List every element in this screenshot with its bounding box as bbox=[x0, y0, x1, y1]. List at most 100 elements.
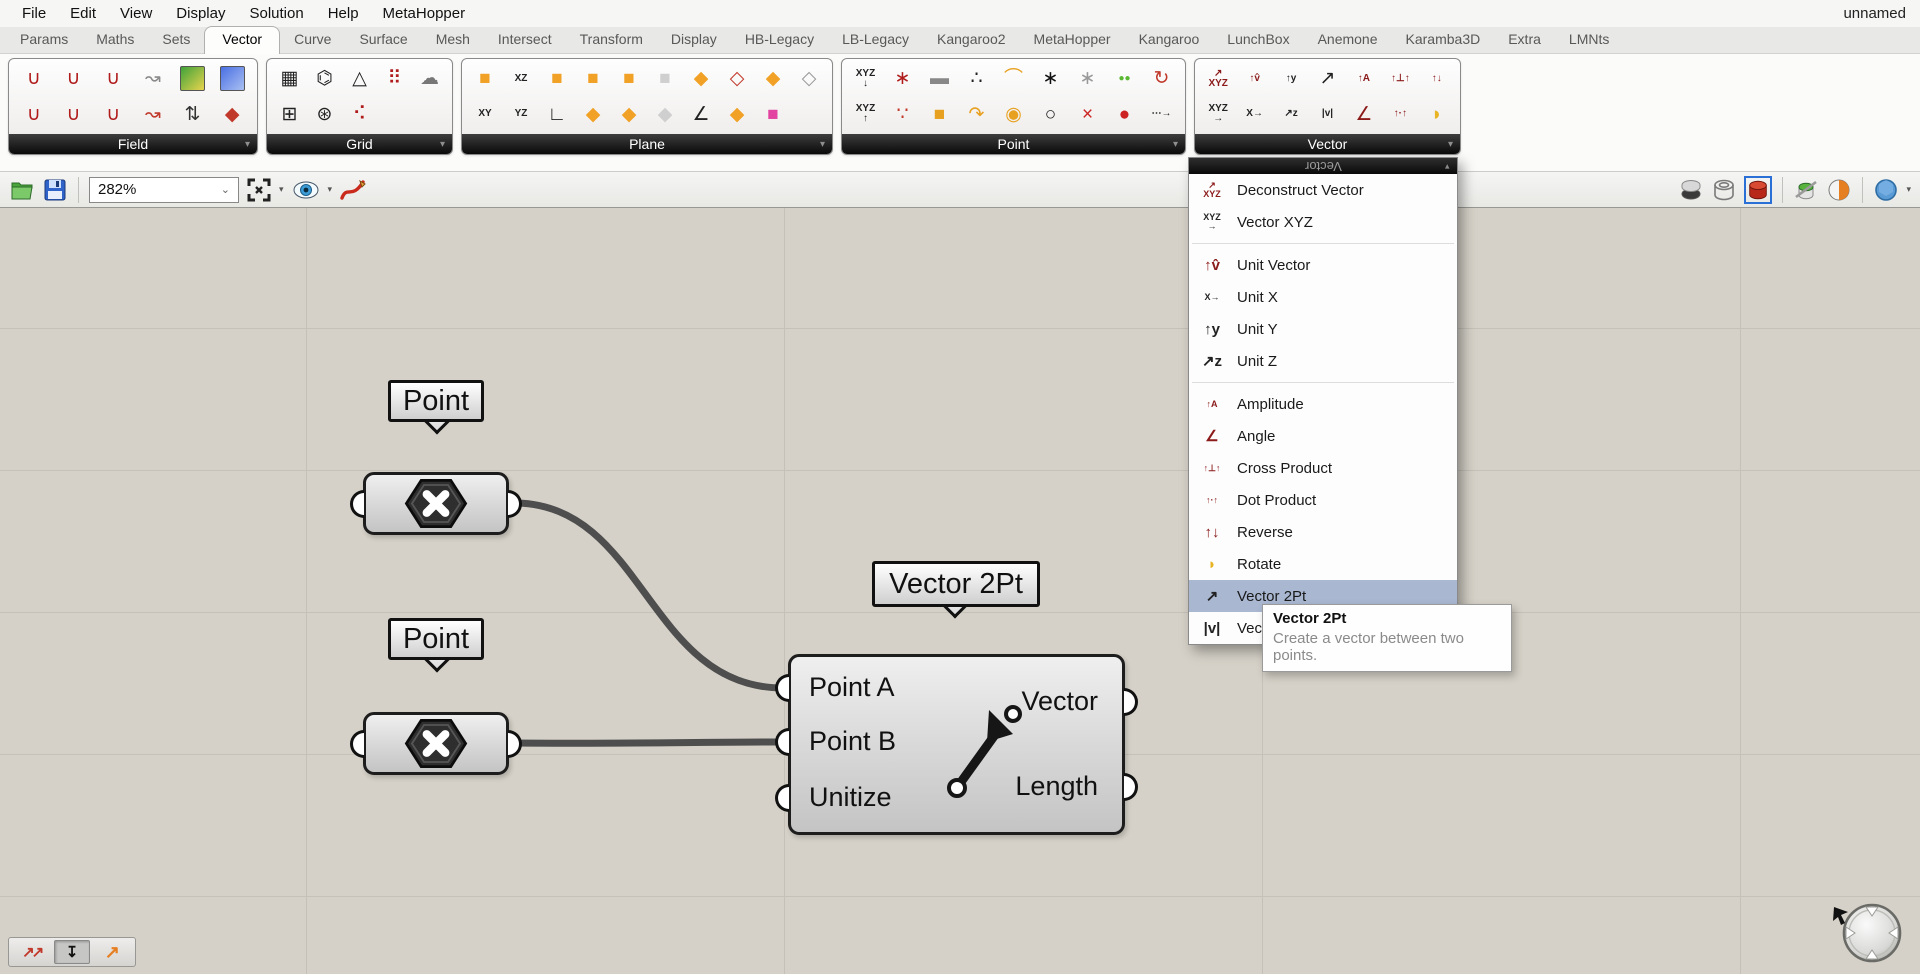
populate-geometry-icon[interactable]: ☁ bbox=[413, 62, 447, 96]
plane-through-points-icon[interactable]: ◆ bbox=[612, 97, 646, 131]
panel-title-grid[interactable]: Grid▾ bbox=[267, 134, 452, 154]
tab-lmnts[interactable]: LMNts bbox=[1555, 27, 1623, 53]
converge-point-icon[interactable]: ∗ bbox=[886, 62, 920, 96]
unit-vector-icon[interactable]: ↑v̂ bbox=[1238, 62, 1272, 96]
tab-mesh[interactable]: Mesh bbox=[422, 27, 484, 53]
scalar-display-icon[interactable] bbox=[180, 66, 205, 91]
rotate-plane-icon[interactable]: ◆ bbox=[756, 62, 790, 96]
plane-axes-icon[interactable]: ■ bbox=[540, 62, 574, 96]
square-grid-icon[interactable]: ⊞ bbox=[273, 97, 307, 131]
panel-title-point[interactable]: Point▾ bbox=[842, 134, 1185, 154]
tab-metahopper[interactable]: MetaHopper bbox=[1020, 27, 1125, 53]
yz-plane-icon[interactable]: YZ bbox=[504, 97, 538, 131]
tab-hb-legacy[interactable]: HB-Legacy bbox=[731, 27, 828, 53]
spin-force-icon[interactable]: ∪ bbox=[56, 62, 90, 96]
deconstruct-point-icon[interactable]: XYZ ↓ bbox=[849, 62, 883, 96]
triangular-grid-icon[interactable]: △ bbox=[343, 62, 377, 96]
tab-lb-legacy[interactable]: LB-Legacy bbox=[828, 27, 923, 53]
closest-point-icon[interactable]: ⌒ bbox=[997, 62, 1031, 96]
menu-solution[interactable]: Solution bbox=[237, 5, 315, 22]
menu-item-unit-x[interactable]: X→ Unit X bbox=[1189, 281, 1457, 313]
plane-fit-icon[interactable]: ◆ bbox=[576, 97, 610, 131]
menu-view[interactable]: View bbox=[108, 5, 164, 22]
tab-extra[interactable]: Extra bbox=[1494, 27, 1555, 53]
plane-2pt-icon[interactable]: ■ bbox=[576, 62, 610, 96]
pending-component-button[interactable]: ↗ bbox=[95, 940, 130, 964]
point-charge-icon[interactable]: ∪ bbox=[17, 62, 51, 96]
menu-item-unit-z[interactable]: ↗z Unit Z bbox=[1189, 345, 1457, 377]
tensor-display-icon[interactable]: ⇅ bbox=[175, 97, 209, 131]
populate-3d-icon[interactable]: ⠪ bbox=[343, 97, 377, 131]
zoom-extents-button[interactable] bbox=[246, 177, 272, 203]
menu-item-rotate[interactable]: ◗ Rotate bbox=[1189, 548, 1457, 580]
menu-item-amplitude[interactable]: ↑A Amplitude bbox=[1189, 388, 1457, 420]
zoom-select[interactable]: 282% ⌄ bbox=[89, 177, 239, 203]
point-cylindrical-icon[interactable]: ◉ bbox=[997, 97, 1031, 131]
chevron-down-icon[interactable]: ▾ bbox=[328, 184, 333, 195]
vector-display-icon[interactable] bbox=[220, 66, 245, 91]
field-line-icon[interactable]: ↝ bbox=[136, 62, 170, 96]
construct-point-icon[interactable]: XYZ ↑ bbox=[849, 97, 883, 131]
panel-title-field[interactable]: Field▾ bbox=[9, 134, 257, 154]
wireframe-preview-button[interactable] bbox=[1711, 177, 1737, 203]
tab-kangaroo[interactable]: Kangaroo bbox=[1125, 27, 1214, 53]
tab-transform[interactable]: Transform bbox=[566, 27, 657, 53]
menu-edit[interactable]: Edit bbox=[58, 5, 108, 22]
menu-help[interactable]: Help bbox=[316, 5, 371, 22]
merge-fields-icon[interactable]: ∪ bbox=[96, 97, 130, 131]
direction-charge-icon[interactable]: ∪ bbox=[56, 97, 90, 131]
deconstruct-vector-icon[interactable]: ↗ XYZ bbox=[1201, 62, 1235, 96]
point-clusters-icon[interactable]: ●● bbox=[1108, 62, 1142, 96]
tab-display[interactable]: Display bbox=[657, 27, 731, 53]
plane-normal-icon[interactable]: ◇ bbox=[792, 62, 826, 96]
save-file-button[interactable] bbox=[42, 177, 68, 203]
point-groups-icon[interactable]: ∗ bbox=[1034, 62, 1068, 96]
preview-toggle-button[interactable] bbox=[291, 177, 321, 203]
tab-lunchbox[interactable]: LunchBox bbox=[1213, 27, 1303, 53]
xy-plane-icon[interactable]: XY bbox=[468, 97, 502, 131]
chevron-down-icon[interactable]: ▾ bbox=[1906, 184, 1911, 195]
unit-y-icon[interactable]: ↑y bbox=[1274, 62, 1308, 96]
sort-points-icon[interactable]: ↻ bbox=[1145, 62, 1179, 96]
distance-icon[interactable]: ▬ bbox=[923, 62, 957, 96]
xz-plane-icon[interactable]: XZ bbox=[504, 62, 538, 96]
menu-item-angle[interactable]: ∠ Angle bbox=[1189, 420, 1457, 452]
amplitude-icon[interactable]: ↑A bbox=[1347, 62, 1381, 96]
display-mode-button[interactable] bbox=[1873, 177, 1899, 203]
sketch-arrows-button[interactable]: ↗↗ bbox=[14, 940, 49, 964]
tab-surface[interactable]: Surface bbox=[345, 27, 421, 53]
cull-duplicates-icon[interactable]: ∗ bbox=[1071, 62, 1105, 96]
dot-product-icon[interactable]: ↑·↑ bbox=[1383, 97, 1417, 131]
tab-sets[interactable]: Sets bbox=[148, 27, 204, 53]
tab-vector[interactable]: Vector bbox=[204, 26, 280, 54]
project-points-icon[interactable]: ⋯→ bbox=[1145, 97, 1179, 131]
tab-karamba3d[interactable]: Karamba3D bbox=[1392, 27, 1495, 53]
break-charge-icon[interactable]: ∪ bbox=[96, 62, 130, 96]
charge-display-icon[interactable]: ∪ bbox=[17, 97, 51, 131]
no-preview-button[interactable] bbox=[1678, 177, 1704, 203]
menu-item-vector-xyz[interactable]: XYZ → Vector XYZ bbox=[1189, 206, 1457, 238]
menu-item-dot-product[interactable]: ↑·↑ Dot Product bbox=[1189, 484, 1457, 516]
sketch-tool-button[interactable] bbox=[339, 177, 367, 203]
point-param-1[interactable] bbox=[363, 472, 509, 535]
point-oriented-icon[interactable]: ∵ bbox=[886, 97, 920, 131]
shaded-preview-button[interactable] bbox=[1746, 178, 1770, 202]
populate-2d-icon[interactable]: ⠿ bbox=[378, 62, 412, 96]
open-file-button[interactable] bbox=[9, 177, 35, 203]
tab-intersect[interactable]: Intersect bbox=[484, 27, 566, 53]
plane-3pt-icon[interactable]: ■ bbox=[612, 62, 646, 96]
axes-icon[interactable]: ∟ bbox=[540, 97, 574, 131]
vector-xyz-icon[interactable]: XYZ → bbox=[1201, 97, 1235, 131]
point-polar-icon[interactable]: ↷ bbox=[960, 97, 994, 131]
construct-plane-icon[interactable]: ■ bbox=[468, 62, 502, 96]
pull-point-icon[interactable]: ○ bbox=[1034, 97, 1068, 131]
vector-length-icon[interactable]: |v| bbox=[1310, 97, 1344, 131]
dropdown-header[interactable]: Vector ▾ bbox=[1189, 158, 1457, 174]
angle-icon[interactable]: ∠ bbox=[1347, 97, 1381, 131]
menu-item-unit-y[interactable]: ↑y Unit Y bbox=[1189, 313, 1457, 345]
plane-offset-icon[interactable]: ■ bbox=[648, 62, 682, 96]
selected-only-preview-button[interactable] bbox=[1793, 177, 1819, 203]
menu-metahopper[interactable]: MetaHopper bbox=[371, 5, 478, 22]
point-param-2[interactable] bbox=[363, 712, 509, 775]
menu-display[interactable]: Display bbox=[164, 5, 237, 22]
